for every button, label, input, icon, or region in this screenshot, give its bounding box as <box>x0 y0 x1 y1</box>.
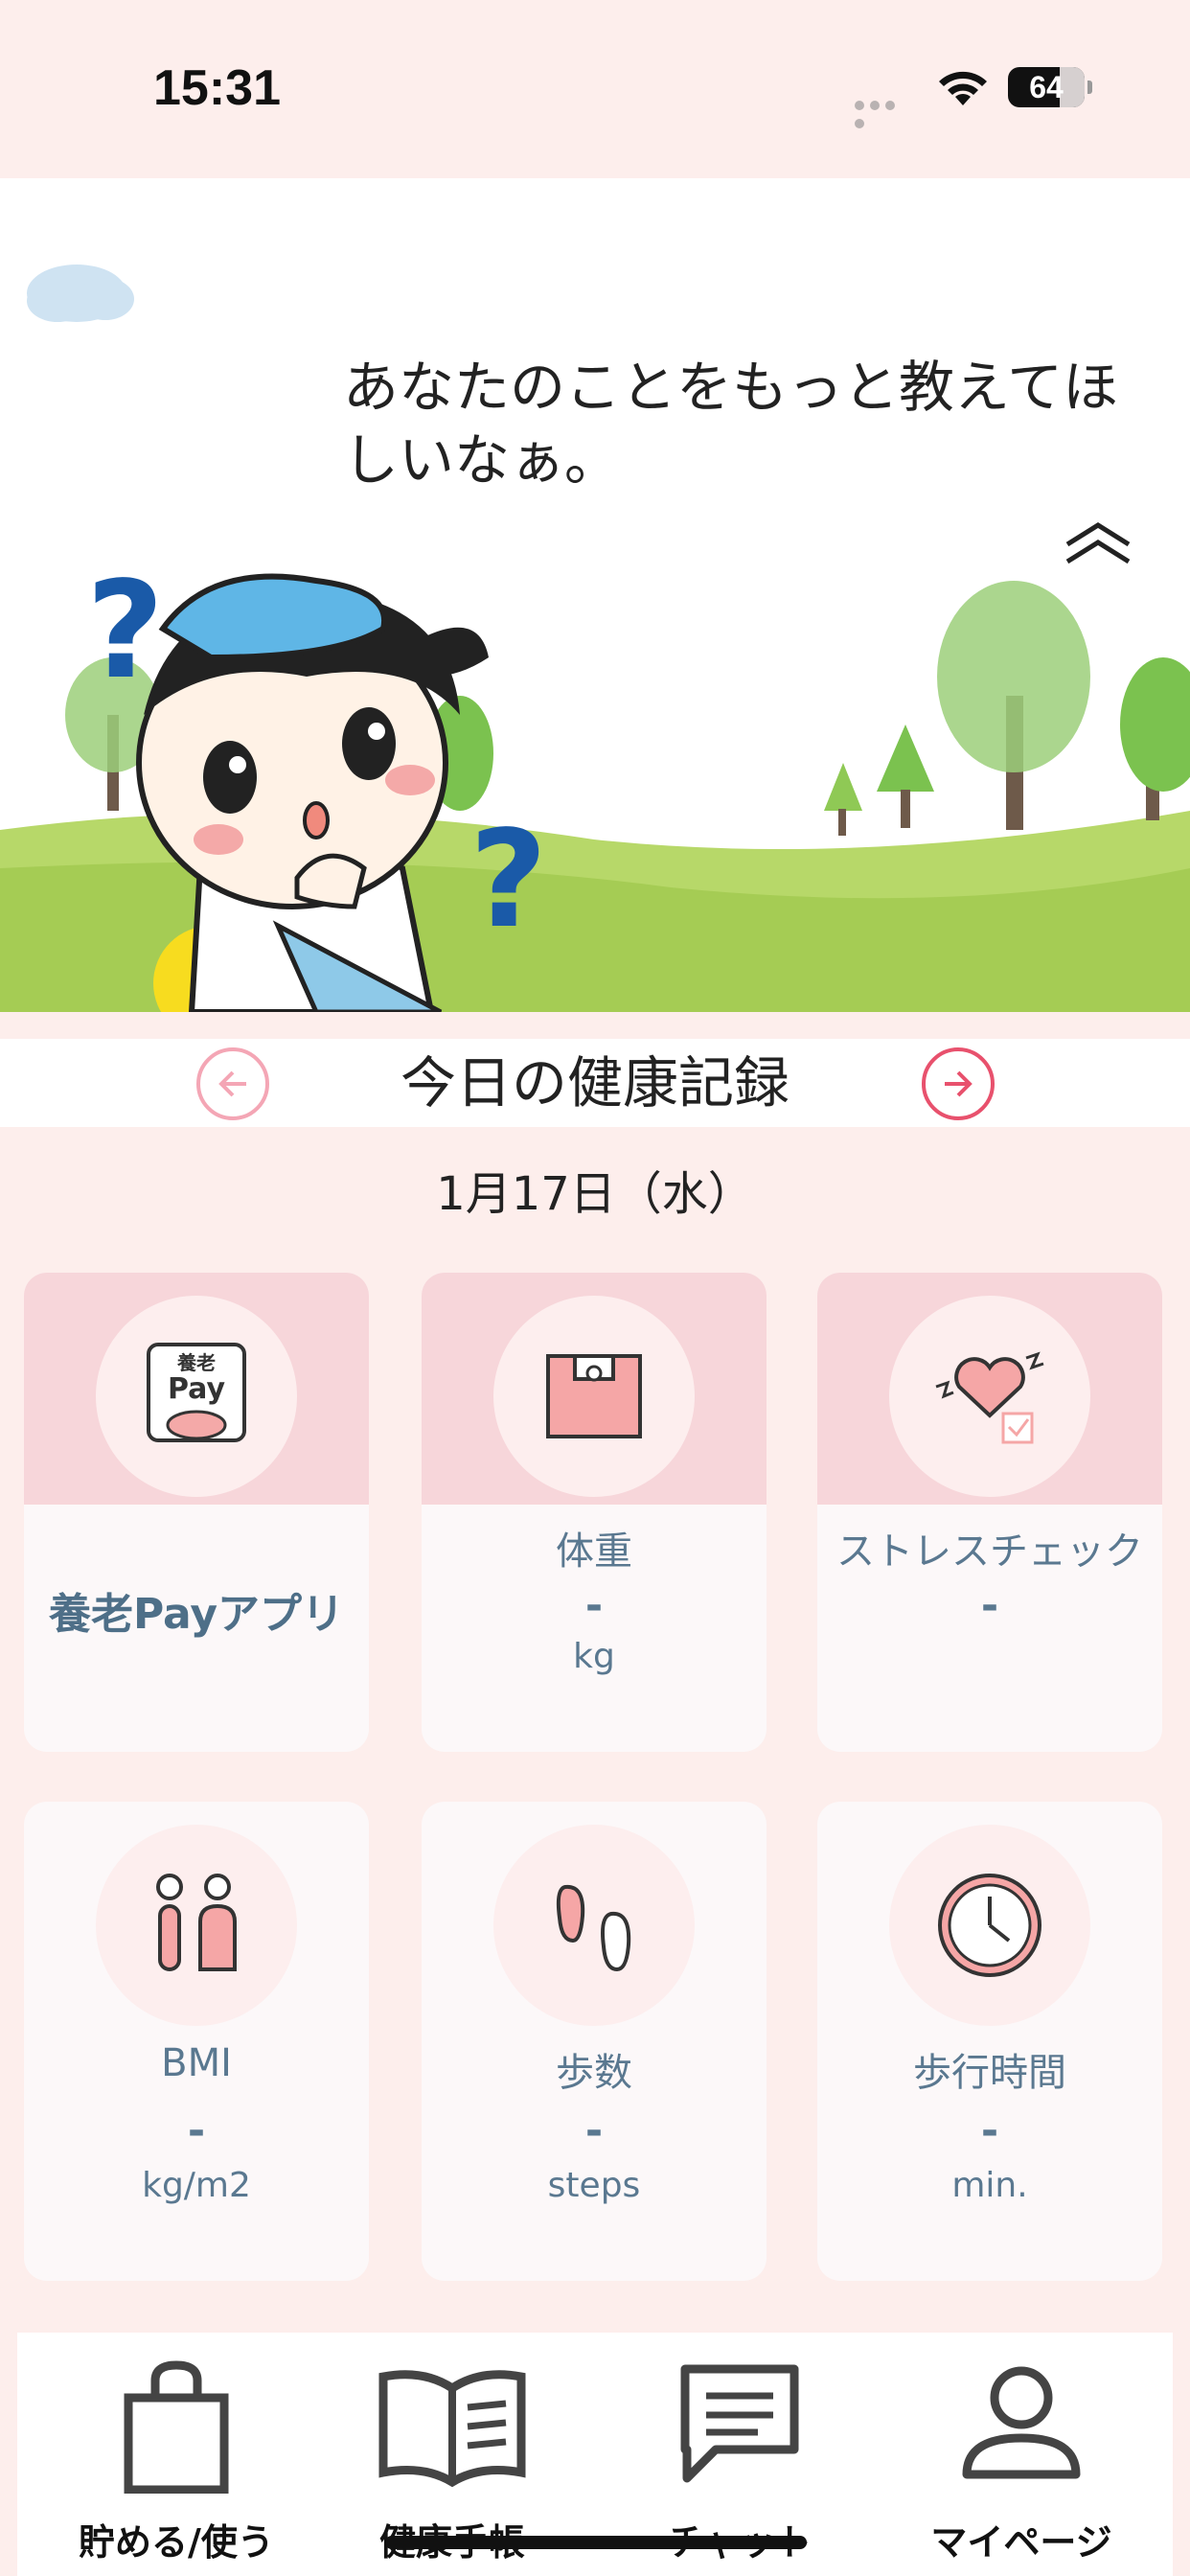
hero-banner: ? ? あなたのことをもっと教えてほしいなぁ。 <box>0 178 1190 1012</box>
card-unit: min. <box>951 2166 1028 2205</box>
card-yoro-pay[interactable]: 養老 Pay 養老Payアプリ <box>24 1273 369 1752</box>
arrow-left-icon <box>218 1070 246 1097</box>
people-icon <box>156 1874 237 1971</box>
tab-label: 貯める/使う <box>79 2521 274 2564</box>
shopping-bag-icon <box>124 2360 229 2494</box>
card-walking-time[interactable]: 歩行時間 - min. <box>817 1802 1162 2281</box>
tab-chat[interactable]: チャット <box>606 2359 874 2564</box>
card-value: - <box>187 2106 206 2155</box>
record-title: 今日の健康記録 <box>400 1050 790 1116</box>
card-label: 体重 <box>556 1530 632 1574</box>
footprints-icon <box>556 1884 631 1972</box>
card-unit: kg <box>573 1637 615 1676</box>
record-date: 1月17日（水） <box>436 1167 754 1221</box>
next-day-button[interactable] <box>922 1047 995 1120</box>
card-bmi[interactable]: BMI - kg/m2 <box>24 1802 369 2281</box>
card-value: - <box>584 1581 604 1630</box>
card-unit: steps <box>547 2166 641 2205</box>
tab-health-notebook[interactable]: 健康手帳 <box>318 2359 586 2564</box>
card-value: - <box>980 1581 999 1630</box>
tab-save-use[interactable]: 貯める/使う <box>42 2359 310 2564</box>
card-label: 歩行時間 <box>913 2051 1066 2095</box>
status-bar: 15:31 64 <box>0 0 1190 178</box>
card-label: BMI <box>161 2041 232 2085</box>
previous-day-button[interactable] <box>196 1047 269 1120</box>
scale-icon <box>546 1354 642 1438</box>
home-indicator <box>385 2536 807 2549</box>
card-unit: kg/m2 <box>142 2166 251 2205</box>
battery-icon: 64 <box>1008 67 1092 107</box>
tab-my-page[interactable]: マイページ <box>887 2359 1156 2564</box>
svg-text:?: ? <box>86 553 164 709</box>
character-illustration: ? ? <box>0 264 1190 1012</box>
yoro-pay-icon: 養老 Pay <box>147 1343 246 1442</box>
svg-text:?: ? <box>469 802 547 958</box>
battery-level: 64 <box>1029 70 1064 104</box>
card-steps[interactable]: 歩数 - steps <box>422 1802 767 2281</box>
status-time: 15:31 <box>153 60 281 116</box>
record-header: 今日の健康記録 <box>0 1039 1190 1127</box>
heart-check-icon <box>935 1351 1044 1444</box>
chevron-up-icon[interactable] <box>1060 519 1136 567</box>
card-value: - <box>584 2106 604 2155</box>
tab-label: マイページ <box>930 2521 1112 2564</box>
card-label: 養老Payアプリ <box>48 1590 345 1639</box>
signal-icon <box>855 96 912 128</box>
card-label: ストレスチェック <box>836 1530 1143 1574</box>
card-value: - <box>980 2106 999 2155</box>
speech-bubble-text: あなたのことをもっと教えてほしいなぁ。 <box>343 355 1119 493</box>
arrow-right-icon <box>945 1070 973 1097</box>
chat-icon <box>680 2364 799 2483</box>
person-icon <box>962 2366 1081 2479</box>
book-icon <box>378 2370 526 2488</box>
cloud-icon <box>27 264 134 322</box>
pay-icon-bottom-text: Pay <box>168 1372 226 1406</box>
card-weight[interactable]: 体重 - kg <box>422 1273 767 1752</box>
clock-icon <box>938 1874 1041 1977</box>
card-label: 歩数 <box>556 2051 632 2095</box>
wifi-icon <box>939 71 987 105</box>
card-stress-check[interactable]: ストレスチェック - <box>817 1273 1162 1752</box>
pay-icon-top-text: 養老 <box>176 1351 216 1374</box>
